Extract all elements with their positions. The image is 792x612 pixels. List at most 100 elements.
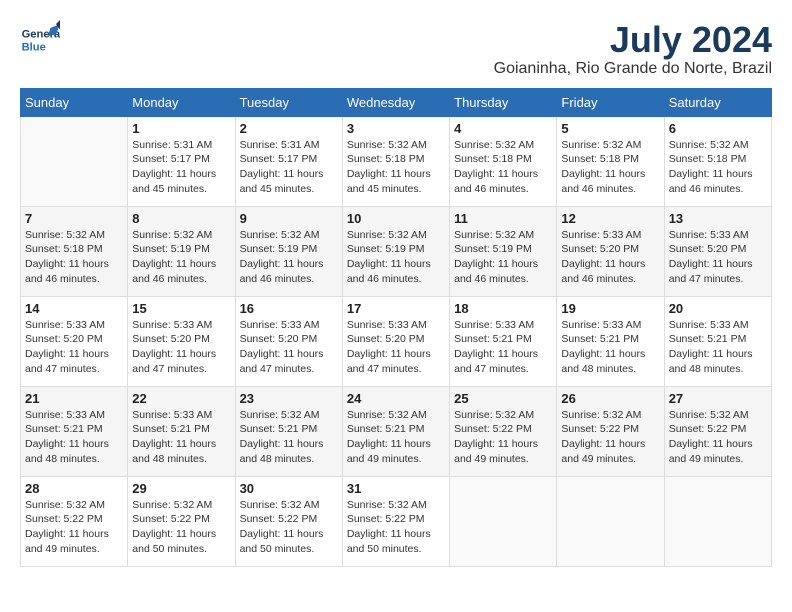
calendar-day-cell: 23 Sunrise: 5:32 AM Sunset: 5:21 PM Dayli… (235, 386, 342, 476)
calendar-day-cell: 19 Sunrise: 5:33 AM Sunset: 5:21 PM Dayli… (557, 296, 664, 386)
calendar-day-cell: 31 Sunrise: 5:32 AM Sunset: 5:22 PM Dayli… (342, 476, 449, 566)
calendar-day-cell: 13Sunrise: 5:33 AM Sunset: 5:20 PM Dayli… (664, 206, 771, 296)
day-number: 28 (25, 481, 123, 496)
weekday-header-row: SundayMondayTuesdayWednesdayThursdayFrid… (21, 88, 772, 116)
day-number: 17 (347, 301, 445, 316)
day-number: 12 (561, 211, 659, 226)
day-info: Sunrise: 5:32 AM Sunset: 5:19 PM Dayligh… (347, 228, 445, 287)
day-number: 9 (240, 211, 338, 226)
calendar-day-cell: 26Sunrise: 5:32 AM Sunset: 5:22 PM Dayli… (557, 386, 664, 476)
calendar-day-cell: 7 Sunrise: 5:32 AM Sunset: 5:18 PM Daylig… (21, 206, 128, 296)
day-info: Sunrise: 5:33 AM Sunset: 5:21 PM Dayligh… (132, 408, 230, 467)
calendar-day-cell: 9Sunrise: 5:32 AM Sunset: 5:19 PM Daylig… (235, 206, 342, 296)
day-number: 25 (454, 391, 552, 406)
calendar-day-cell: 17 Sunrise: 5:33 AM Sunset: 5:20 PM Dayli… (342, 296, 449, 386)
day-number: 31 (347, 481, 445, 496)
day-info: Sunrise: 5:33 AM Sunset: 5:20 PM Dayligh… (132, 318, 230, 377)
calendar-day-cell: 29 Sunrise: 5:32 AM Sunset: 5:22 PM Dayli… (128, 476, 235, 566)
day-info: Sunrise: 5:32 AM Sunset: 5:19 PM Dayligh… (454, 228, 552, 287)
day-number: 21 (25, 391, 123, 406)
weekday-header: Monday (128, 88, 235, 116)
day-info: Sunrise: 5:32 AM Sunset: 5:18 PM Dayligh… (454, 138, 552, 197)
calendar-day-cell: 28 Sunrise: 5:32 AM Sunset: 5:22 PM Dayli… (21, 476, 128, 566)
weekday-header: Sunday (21, 88, 128, 116)
calendar-day-cell: 2 Sunrise: 5:31 AM Sunset: 5:17 PM Daylig… (235, 116, 342, 206)
day-number: 1 (132, 121, 230, 136)
day-number: 11 (454, 211, 552, 226)
calendar-day-cell: 5Sunrise: 5:32 AM Sunset: 5:18 PM Daylig… (557, 116, 664, 206)
calendar-day-cell: 27 Sunrise: 5:32 AM Sunset: 5:22 PM Dayli… (664, 386, 771, 476)
calendar-day-cell: 12 Sunrise: 5:33 AM Sunset: 5:20 PM Dayli… (557, 206, 664, 296)
logo: General Blue (20, 20, 64, 60)
day-info: Sunrise: 5:32 AM Sunset: 5:18 PM Dayligh… (347, 138, 445, 197)
day-info: Sunrise: 5:33 AM Sunset: 5:21 PM Dayligh… (454, 318, 552, 377)
day-info: Sunrise: 5:32 AM Sunset: 5:18 PM Dayligh… (25, 228, 123, 287)
calendar-day-cell: 22 Sunrise: 5:33 AM Sunset: 5:21 PM Dayli… (128, 386, 235, 476)
day-info: Sunrise: 5:33 AM Sunset: 5:21 PM Dayligh… (561, 318, 659, 377)
day-info: Sunrise: 5:32 AM Sunset: 5:22 PM Dayligh… (669, 408, 767, 467)
calendar-day-cell: 20 Sunrise: 5:33 AM Sunset: 5:21 PM Dayli… (664, 296, 771, 386)
svg-text:Blue: Blue (22, 41, 46, 53)
calendar-day-cell: 25Sunrise: 5:32 AM Sunset: 5:22 PM Dayli… (450, 386, 557, 476)
day-number: 27 (669, 391, 767, 406)
weekday-header: Friday (557, 88, 664, 116)
calendar-day-cell: 11 Sunrise: 5:32 AM Sunset: 5:19 PM Dayli… (450, 206, 557, 296)
day-info: Sunrise: 5:32 AM Sunset: 5:22 PM Dayligh… (25, 498, 123, 557)
day-info: Sunrise: 5:33 AM Sunset: 5:20 PM Dayligh… (240, 318, 338, 377)
day-number: 16 (240, 301, 338, 316)
day-number: 18 (454, 301, 552, 316)
calendar-week-row: 7 Sunrise: 5:32 AM Sunset: 5:18 PM Daylig… (21, 206, 772, 296)
calendar-day-cell: 14 Sunrise: 5:33 AM Sunset: 5:20 PM Dayli… (21, 296, 128, 386)
day-number: 13 (669, 211, 767, 226)
calendar-day-cell: 4Sunrise: 5:32 AM Sunset: 5:18 PM Daylig… (450, 116, 557, 206)
month-year-title: July 2024 (494, 20, 772, 60)
day-number: 3 (347, 121, 445, 136)
day-number: 19 (561, 301, 659, 316)
day-info: Sunrise: 5:33 AM Sunset: 5:21 PM Dayligh… (669, 318, 767, 377)
day-number: 30 (240, 481, 338, 496)
day-info: Sunrise: 5:33 AM Sunset: 5:21 PM Dayligh… (25, 408, 123, 467)
calendar-week-row: 14 Sunrise: 5:33 AM Sunset: 5:20 PM Dayli… (21, 296, 772, 386)
day-number: 6 (669, 121, 767, 136)
day-number: 14 (25, 301, 123, 316)
day-info: Sunrise: 5:33 AM Sunset: 5:20 PM Dayligh… (25, 318, 123, 377)
logo-icon: General Blue (20, 20, 60, 60)
day-info: Sunrise: 5:32 AM Sunset: 5:21 PM Dayligh… (240, 408, 338, 467)
calendar-day-cell: 8 Sunrise: 5:32 AM Sunset: 5:19 PM Daylig… (128, 206, 235, 296)
day-number: 15 (132, 301, 230, 316)
calendar-day-cell: 10Sunrise: 5:32 AM Sunset: 5:19 PM Dayli… (342, 206, 449, 296)
day-info: Sunrise: 5:33 AM Sunset: 5:20 PM Dayligh… (561, 228, 659, 287)
day-number: 8 (132, 211, 230, 226)
calendar-day-cell: 1Sunrise: 5:31 AM Sunset: 5:17 PM Daylig… (128, 116, 235, 206)
calendar-table: SundayMondayTuesdayWednesdayThursdayFrid… (20, 88, 772, 567)
weekday-header: Tuesday (235, 88, 342, 116)
day-info: Sunrise: 5:32 AM Sunset: 5:19 PM Dayligh… (132, 228, 230, 287)
day-number: 2 (240, 121, 338, 136)
calendar-day-cell: 21 Sunrise: 5:33 AM Sunset: 5:21 PM Dayli… (21, 386, 128, 476)
day-number: 29 (132, 481, 230, 496)
day-number: 20 (669, 301, 767, 316)
day-info: Sunrise: 5:32 AM Sunset: 5:18 PM Dayligh… (669, 138, 767, 197)
day-number: 23 (240, 391, 338, 406)
calendar-day-cell: 24Sunrise: 5:32 AM Sunset: 5:21 PM Dayli… (342, 386, 449, 476)
day-info: Sunrise: 5:31 AM Sunset: 5:17 PM Dayligh… (240, 138, 338, 197)
title-block: July 2024 Goianinha, Rio Grande do Norte… (494, 20, 772, 78)
day-number: 5 (561, 121, 659, 136)
day-info: Sunrise: 5:32 AM Sunset: 5:22 PM Dayligh… (132, 498, 230, 557)
day-number: 26 (561, 391, 659, 406)
weekday-header: Wednesday (342, 88, 449, 116)
day-number: 22 (132, 391, 230, 406)
calendar-week-row: 21 Sunrise: 5:33 AM Sunset: 5:21 PM Dayli… (21, 386, 772, 476)
calendar-day-cell (557, 476, 664, 566)
day-info: Sunrise: 5:32 AM Sunset: 5:21 PM Dayligh… (347, 408, 445, 467)
calendar-week-row: 28 Sunrise: 5:32 AM Sunset: 5:22 PM Dayli… (21, 476, 772, 566)
day-number: 7 (25, 211, 123, 226)
calendar-day-cell (664, 476, 771, 566)
day-info: Sunrise: 5:32 AM Sunset: 5:22 PM Dayligh… (240, 498, 338, 557)
day-info: Sunrise: 5:33 AM Sunset: 5:20 PM Dayligh… (347, 318, 445, 377)
weekday-header: Saturday (664, 88, 771, 116)
day-info: Sunrise: 5:32 AM Sunset: 5:22 PM Dayligh… (347, 498, 445, 557)
calendar-day-cell (450, 476, 557, 566)
location-subtitle: Goianinha, Rio Grande do Norte, Brazil (494, 60, 772, 78)
calendar-day-cell: 18 Sunrise: 5:33 AM Sunset: 5:21 PM Dayli… (450, 296, 557, 386)
